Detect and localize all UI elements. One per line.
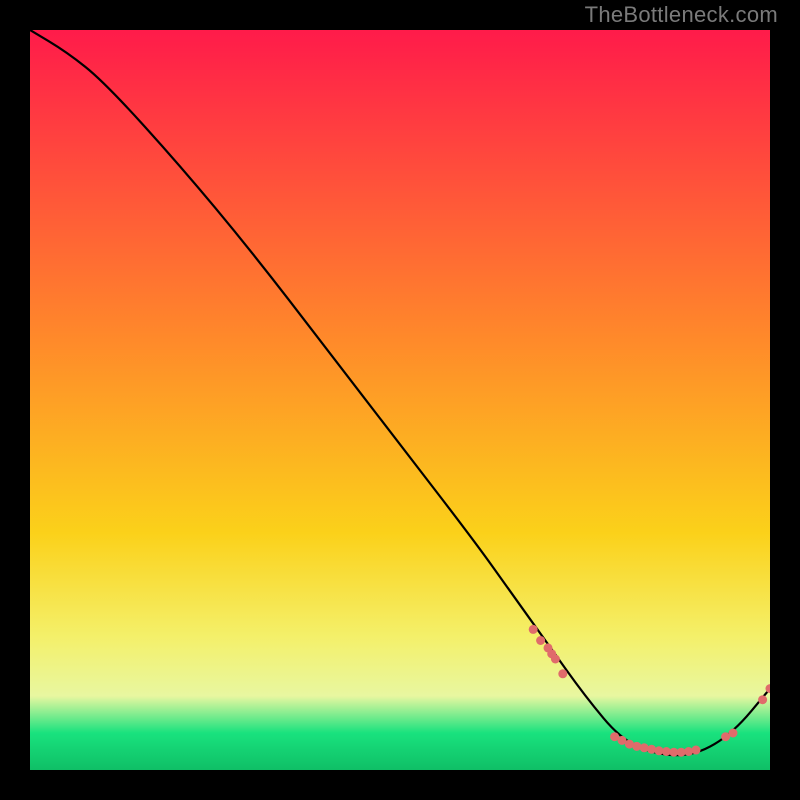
chart-container: TheBottleneck.com (0, 0, 800, 800)
curve-marker (632, 742, 641, 751)
curve-marker (529, 625, 538, 634)
curve-marker (551, 655, 560, 664)
curve-marker (558, 669, 567, 678)
curve-marker (692, 746, 701, 755)
curve-marker (758, 695, 767, 704)
curve-marker (536, 636, 545, 645)
plot-area (30, 30, 770, 770)
watermark-label: TheBottleneck.com (585, 2, 778, 28)
curve-marker (729, 729, 738, 738)
bottleneck-curve-chart (30, 30, 770, 770)
curve-marker (684, 747, 693, 756)
gradient-background (30, 30, 770, 770)
curve-marker (647, 745, 656, 754)
curve-marker (640, 743, 649, 752)
